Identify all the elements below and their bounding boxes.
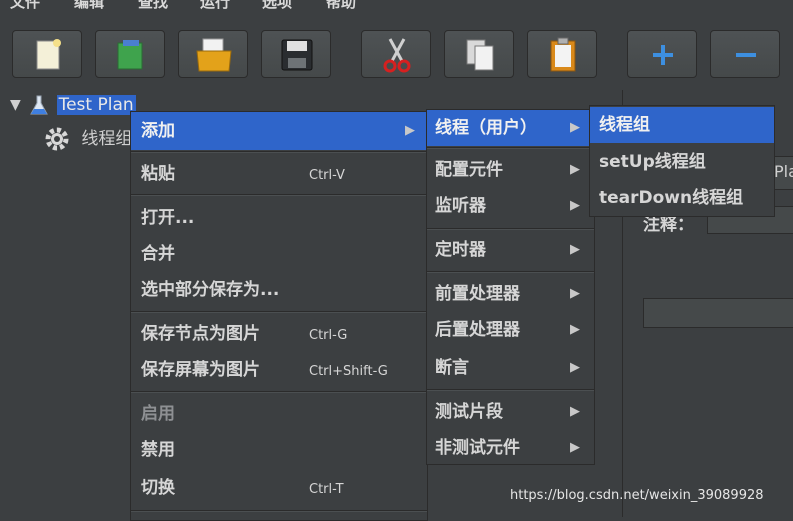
menu-separator [131, 151, 427, 153]
menu-separator [427, 147, 594, 149]
submenu-item-teardown-thread-group[interactable]: tearDown线程组 [590, 180, 774, 216]
submenu-arrow-icon: ▶ [570, 360, 580, 375]
menu-separator [131, 391, 427, 393]
submenu-arrow-icon: ▶ [570, 404, 580, 419]
menu-item-toggle[interactable]: 切换 Ctrl-T [131, 470, 427, 506]
new-icon [36, 39, 61, 70]
submenu-item-assertion[interactable]: 断言 ▶ [427, 350, 594, 386]
submenu-item-config[interactable]: 配置元件 ▶ [427, 152, 594, 188]
panel-section [643, 298, 793, 328]
submenu-item-pre-processor[interactable]: 前置处理器 ▶ [427, 276, 594, 312]
menu-separator [131, 194, 427, 196]
menu-item-paste[interactable]: 粘贴 Ctrl-V [131, 156, 427, 192]
menu-separator [427, 389, 594, 391]
menu-run[interactable]: 运行 [200, 0, 230, 12]
menu-file[interactable]: 文件 [10, 0, 40, 12]
submenu-item-non-test[interactable]: 非测试元件 ▶ [427, 430, 594, 466]
add-submenu: 线程（用户） ▶ 配置元件 ▶ 监听器 ▶ 定时器 ▶ 前置处理器 ▶ 后置处理… [426, 109, 595, 465]
context-menu: 添加 ▶ 粘贴 Ctrl-V 打开... 合并 选中部分保存为... 保存节点为… [130, 111, 428, 521]
menu-item-enable: 启用 [141, 404, 175, 424]
expand-all-button[interactable] [627, 30, 697, 78]
paste-icon [550, 37, 576, 72]
cut-icon [383, 38, 411, 73]
menu-help[interactable]: 帮助 [326, 0, 356, 12]
toolbar [0, 18, 793, 90]
menu-separator [427, 271, 594, 273]
submenu-arrow-icon: ▶ [570, 162, 580, 177]
submenu-arrow-icon: ▶ [405, 123, 415, 138]
submenu-arrow-icon: ▶ [570, 440, 580, 455]
submenu-item-post-processor[interactable]: 后置处理器 ▶ [427, 312, 594, 348]
submenu-arrow-icon: ▶ [570, 198, 580, 213]
menu-options[interactable]: 选项 [262, 0, 292, 12]
menu-item-open[interactable]: 打开... [131, 200, 427, 236]
paste-button[interactable] [527, 30, 597, 78]
submenu-arrow-icon: ▶ [570, 286, 580, 301]
menu-item-save-selection[interactable]: 选中部分保存为... [131, 272, 427, 308]
menu-item-merge[interactable]: 合并 [131, 236, 427, 272]
menu-separator [131, 510, 427, 512]
copy-icon [466, 39, 494, 71]
menu-edit[interactable]: 编辑 [74, 0, 104, 12]
collapse-icon [736, 53, 756, 57]
open-button[interactable] [178, 30, 248, 78]
submenu-item-thread-group[interactable]: 线程组 [590, 107, 774, 143]
expand-icon [653, 45, 673, 65]
new-button[interactable] [12, 30, 82, 78]
save-icon [281, 39, 313, 71]
submenu-arrow-icon: ▶ [570, 120, 580, 135]
menu-separator [131, 311, 427, 313]
menu-search[interactable]: 查找 [138, 0, 168, 12]
collapse-all-button[interactable] [710, 30, 780, 78]
copy-button[interactable] [444, 30, 514, 78]
expand-triangle-icon[interactable]: ▼ [10, 97, 21, 113]
thread-group-label: 线程组 [81, 129, 133, 149]
cut-button[interactable] [361, 30, 431, 78]
tree-node-thread-group[interactable]: 线程组 [44, 124, 132, 152]
menu-item-add[interactable]: 添加 ▶ [131, 112, 427, 150]
menu-item-save-node-image[interactable]: 保存节点为图片 Ctrl-G [131, 316, 427, 352]
open-icon [196, 38, 232, 72]
submenu-item-listener[interactable]: 监听器 ▶ [427, 188, 594, 224]
submenu-item-setup-thread-group[interactable]: setUp线程组 [590, 144, 774, 180]
templates-button[interactable] [95, 30, 165, 78]
save-button[interactable] [261, 30, 331, 78]
gear-icon [45, 127, 69, 151]
tree-node-test-plan[interactable]: ▼ Test Plan [10, 94, 136, 116]
threads-submenu: 线程组 setUp线程组 tearDown线程组 [589, 105, 775, 217]
submenu-item-threads[interactable]: 线程（用户） ▶ [427, 110, 594, 146]
submenu-arrow-icon: ▶ [570, 242, 580, 257]
menu-separator [427, 228, 594, 230]
submenu-arrow-icon: ▶ [570, 322, 580, 337]
submenu-item-test-fragment[interactable]: 测试片段 ▶ [427, 394, 594, 430]
flask-icon [30, 95, 49, 115]
submenu-item-timer[interactable]: 定时器 ▶ [427, 232, 594, 268]
watermark: https://blog.csdn.net/weixin_39089928 [510, 488, 764, 503]
menu-bar: 文件 编辑 查找 运行 选项 帮助 [0, 0, 793, 18]
menu-item-save-screen-image[interactable]: 保存屏幕为图片 Ctrl+Shift-G [131, 352, 427, 388]
name-field-value: Pla [774, 162, 793, 181]
templates-icon [117, 40, 143, 70]
test-plan-label: Test Plan [56, 95, 136, 115]
menu-item-disable[interactable]: 禁用 [131, 432, 427, 468]
